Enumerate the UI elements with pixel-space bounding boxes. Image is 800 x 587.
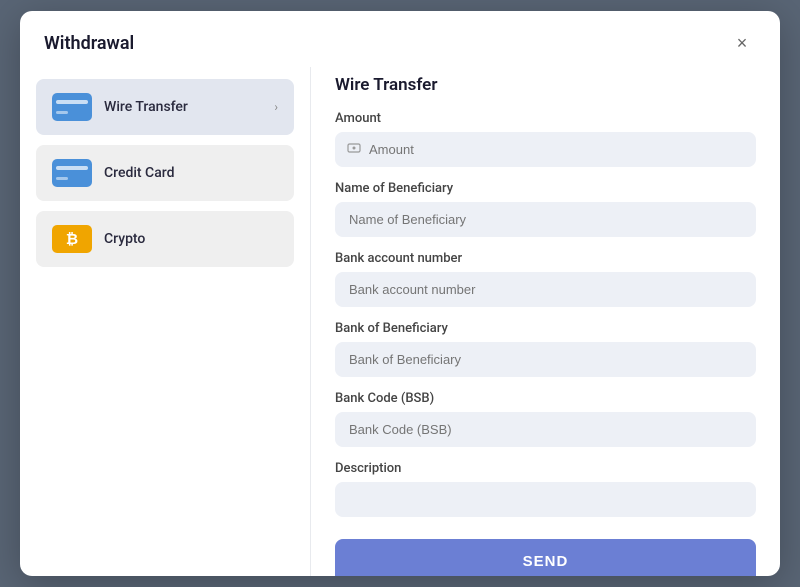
payment-method-sidebar: Wire Transfer › Credit Card ₿ Crypto [20,67,310,576]
amount-currency-icon [347,141,361,159]
bank-beneficiary-input[interactable] [335,342,756,377]
method-wire-transfer[interactable]: Wire Transfer › [36,79,294,135]
amount-input-wrapper [335,132,756,167]
amount-field-group: Amount [335,111,756,167]
credit-card-icon [52,159,92,187]
withdrawal-modal: Withdrawal × Wire Transfer › Credit Card… [20,11,780,576]
close-button[interactable]: × [728,29,756,57]
method-credit-card-label: Credit Card [104,165,278,181]
method-crypto[interactable]: ₿ Crypto [36,211,294,267]
bitcoin-symbol: ₿ [66,230,78,248]
wire-transfer-icon [52,93,92,121]
beneficiary-name-label: Name of Beneficiary [335,181,756,196]
form-title: Wire Transfer [335,75,756,95]
beneficiary-name-field-group: Name of Beneficiary [335,181,756,237]
method-wire-transfer-label: Wire Transfer [104,99,262,115]
bank-account-input[interactable] [335,272,756,307]
method-crypto-label: Crypto [104,231,278,247]
modal-body: Wire Transfer › Credit Card ₿ Crypto Wir… [20,67,780,576]
form-content: Wire Transfer Amount Name of Beneficiary [310,67,780,576]
beneficiary-name-input[interactable] [335,202,756,237]
description-label: Description [335,461,756,476]
bank-code-input[interactable] [335,412,756,447]
bank-account-field-group: Bank account number [335,251,756,307]
bank-code-label: Bank Code (BSB) [335,391,756,406]
wire-transfer-arrow-icon: › [274,100,278,114]
amount-label: Amount [335,111,756,126]
method-credit-card[interactable]: Credit Card [36,145,294,201]
modal-title: Withdrawal [44,33,134,54]
amount-input[interactable] [335,132,756,167]
bank-beneficiary-label: Bank of Beneficiary [335,321,756,336]
bank-code-field-group: Bank Code (BSB) [335,391,756,447]
description-input[interactable] [335,482,756,517]
bank-account-label: Bank account number [335,251,756,266]
bank-beneficiary-field-group: Bank of Beneficiary [335,321,756,377]
send-button[interactable]: SEND [335,539,756,576]
crypto-icon: ₿ [52,225,92,253]
modal-header: Withdrawal × [20,11,780,67]
description-field-group: Description [335,461,756,517]
